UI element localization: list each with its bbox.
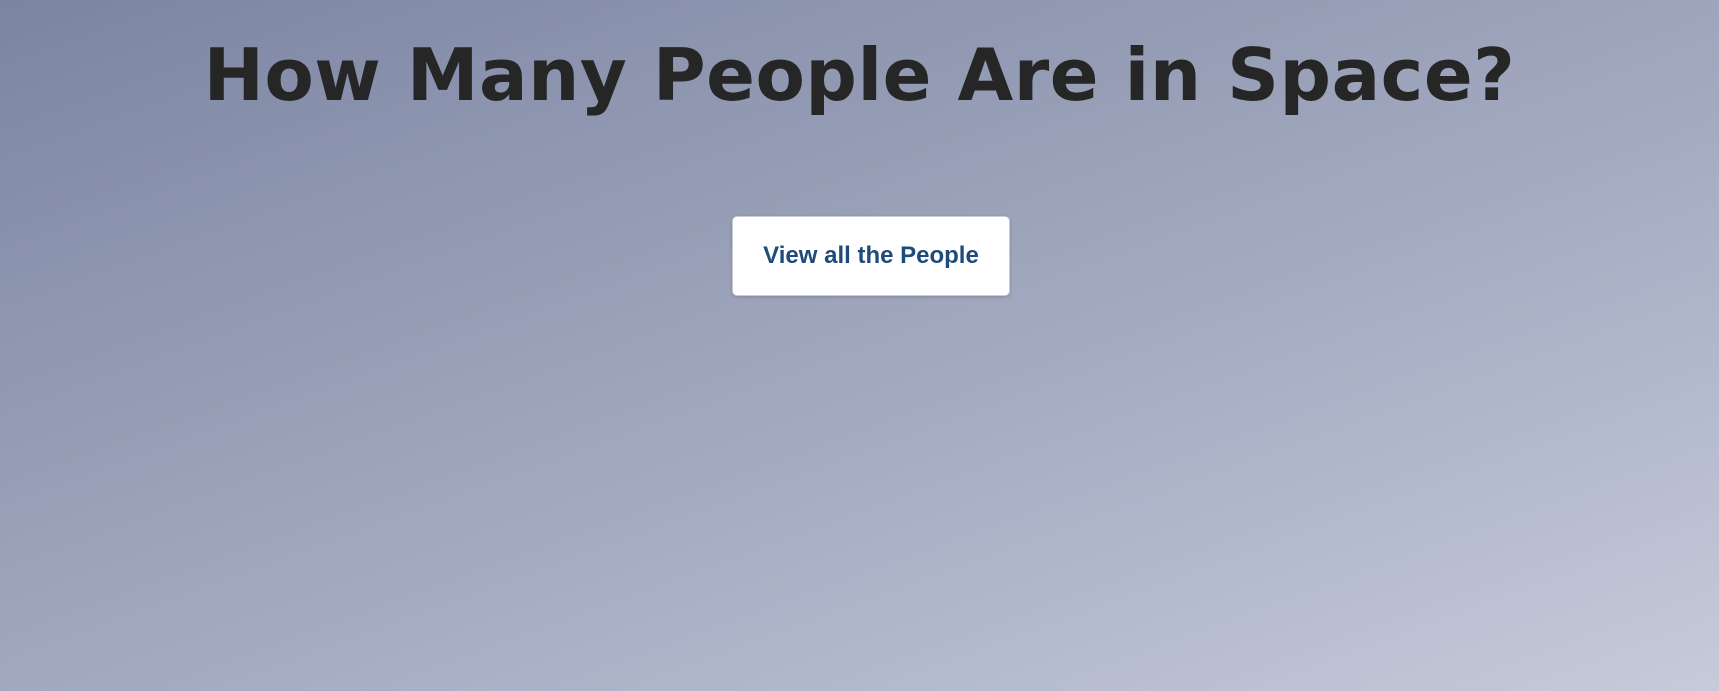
page-title: How Many People Are in Space? — [203, 33, 1516, 117]
page-background: How Many People Are in Space? View all t… — [0, 0, 1719, 691]
view-all-people-button[interactable]: View all the People — [732, 216, 1010, 296]
